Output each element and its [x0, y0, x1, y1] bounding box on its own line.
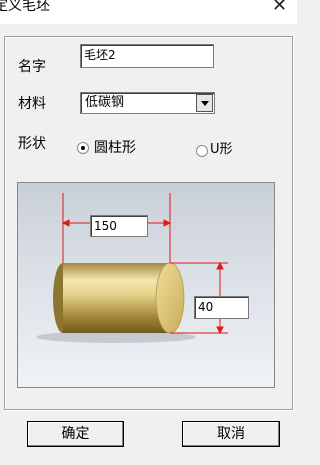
preview-canvas: 150 40	[17, 182, 275, 388]
radio-cylinder-label[interactable]: 圆柱形	[94, 139, 136, 157]
cylinder-front-cap	[155, 262, 185, 334]
length-field[interactable]: 150	[90, 215, 148, 237]
arrow-right-icon	[163, 219, 172, 227]
radio-cylinder[interactable]	[77, 142, 89, 154]
title-bar: 定义毛坯 ✕	[0, 0, 297, 24]
radio-u-shape-label[interactable]: U形	[210, 141, 233, 159]
shape-label: 形状	[18, 136, 46, 152]
cylinder-diagram	[36, 193, 228, 343]
window-title: 定义毛坯	[0, 0, 50, 14]
cylinder-body	[63, 263, 170, 333]
radio-u-shape[interactable]	[196, 145, 208, 157]
diameter-field[interactable]: 40	[194, 296, 249, 319]
arrow-left-icon	[61, 219, 70, 227]
material-label: 材料	[18, 96, 46, 112]
arrow-up-icon	[216, 261, 224, 270]
material-value: 低碳钢	[85, 95, 125, 110]
name-label: 名字	[18, 59, 46, 75]
arrow-down-icon	[216, 326, 224, 335]
cancel-button[interactable]: 取消	[182, 421, 280, 447]
name-field[interactable]: 毛坯2	[80, 44, 214, 68]
material-select[interactable]: 低碳钢	[80, 92, 215, 114]
close-icon[interactable]: ✕	[272, 0, 287, 16]
ok-button[interactable]: 确定	[27, 421, 124, 447]
chevron-down-icon[interactable]	[196, 94, 213, 112]
